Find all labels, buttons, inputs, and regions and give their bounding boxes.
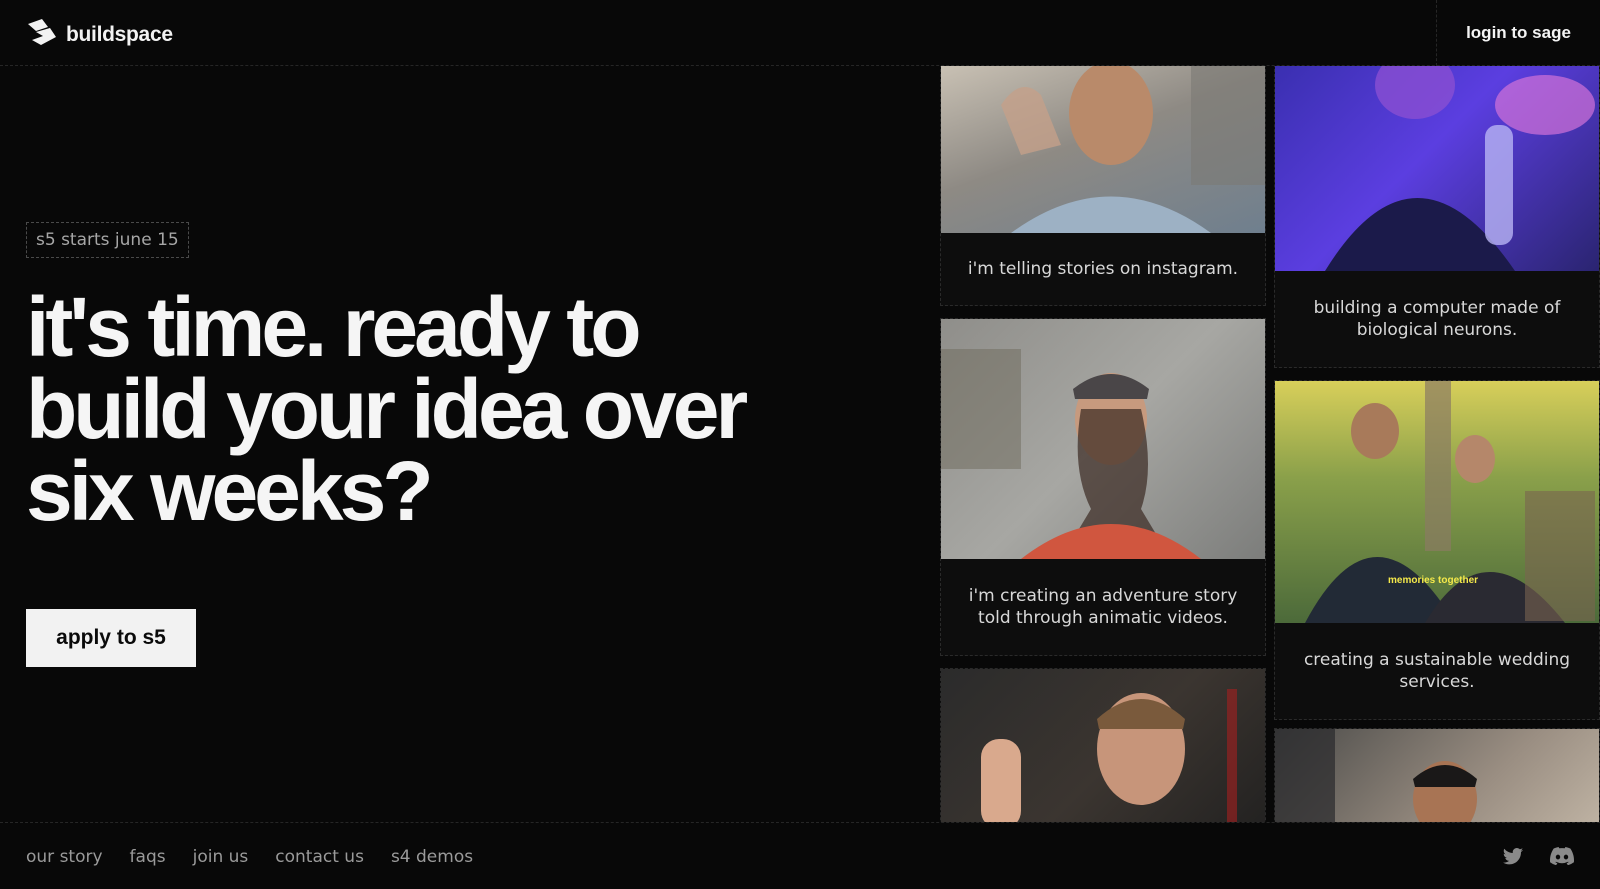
showcase-caption: building a computer made of biological n…: [1313, 298, 1561, 340]
showcase-card[interactable]: i'm telling stories on instagram.: [940, 66, 1266, 306]
showcase-column-left: i'm telling stories on instagram. i'm cr…: [940, 66, 1266, 822]
brand-name: buildspace: [66, 22, 173, 46]
buildspace-logo-icon: [26, 18, 58, 51]
showcase-card[interactable]: [1274, 728, 1600, 822]
showcase-column-right: building a computer made of biological n…: [1274, 66, 1600, 822]
showcase-card[interactable]: i'm creating an adventure story told thr…: [940, 318, 1266, 656]
showcase-caption: i'm telling stories on instagram.: [967, 259, 1239, 279]
showcase-caption: creating a sustainable wedding services.: [1303, 650, 1571, 692]
footer-link-contact-us[interactable]: contact us: [275, 847, 364, 867]
showcase-card[interactable]: [940, 668, 1266, 822]
login-link[interactable]: login to sage: [1466, 23, 1571, 43]
hero-headline: it's time. ready to build your idea over…: [26, 280, 748, 538]
apply-button[interactable]: apply to s5: [26, 609, 196, 667]
showcase-card[interactable]: memories together creating a sustainable…: [1274, 380, 1600, 720]
showcase-card[interactable]: building a computer made of biological n…: [1274, 66, 1600, 368]
showcase-caption: i'm creating an adventure story told thr…: [968, 586, 1238, 628]
hero-badge-wrap: s5 starts june 15: [26, 222, 189, 258]
photo-overlay-text: memories together: [1388, 575, 1479, 586]
discord-icon[interactable]: [1550, 847, 1575, 872]
footer-nav: our story faqs join us contact us s4 dem…: [26, 847, 473, 867]
showcase-photo: [941, 66, 1265, 233]
top-bar: buildspace login to sage: [0, 0, 1600, 66]
showcase-photo: [941, 319, 1265, 559]
showcase-photo: [1275, 66, 1599, 271]
login-area: login to sage: [1436, 0, 1600, 66]
showcase-photo: [1275, 729, 1599, 822]
brand[interactable]: buildspace: [26, 18, 173, 51]
footer-link-our-story[interactable]: our story: [26, 847, 103, 867]
showcase-photo: memories together: [1275, 381, 1599, 623]
twitter-icon[interactable]: [1502, 847, 1524, 872]
footer-link-faqs[interactable]: faqs: [130, 847, 166, 867]
social-links: [1502, 847, 1575, 872]
showcase-photo: [941, 669, 1265, 822]
footer: our story faqs join us contact us s4 dem…: [0, 822, 1600, 889]
footer-link-join-us[interactable]: join us: [193, 847, 249, 867]
footer-link-s4-demos[interactable]: s4 demos: [391, 847, 473, 867]
season-badge: s5 starts june 15: [26, 222, 189, 258]
